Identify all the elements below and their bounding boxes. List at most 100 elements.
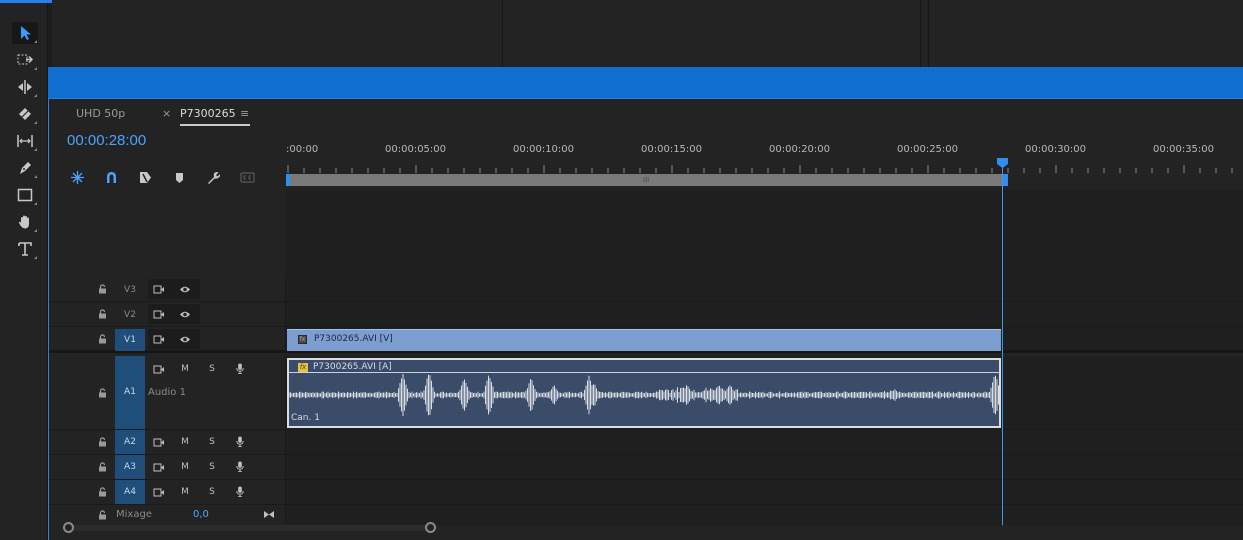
track-label-audio-1[interactable]: Audio 1 <box>148 387 186 398</box>
tools-panel <box>0 0 52 540</box>
ruler-label: 00:00:05:00 <box>385 144 447 155</box>
playhead-line <box>1002 165 1003 525</box>
sync-lock-icon[interactable] <box>152 308 166 320</box>
ruler-ticks <box>287 165 1233 173</box>
ruler-label: 00:00:15:00 <box>641 144 703 155</box>
razor-icon <box>19 108 31 120</box>
playhead-timecode[interactable]: 00:00:28:00 <box>67 132 146 149</box>
bowtie-icon[interactable] <box>262 508 276 520</box>
nest-sequence-button[interactable] <box>68 169 86 185</box>
lock-icon[interactable] <box>98 487 108 497</box>
lock-icon[interactable] <box>98 334 108 344</box>
track-target-v3[interactable]: V3 <box>115 283 145 297</box>
audio-waveform <box>289 373 999 417</box>
track-lane[interactable] <box>286 430 1243 454</box>
audio-clip[interactable]: fx P7300265.AVI [A] Can. 1 <box>287 358 1001 428</box>
track-target-v1[interactable]: V1 <box>115 329 145 351</box>
solo-button[interactable]: S <box>205 363 219 375</box>
lock-icon[interactable] <box>98 462 108 472</box>
track-a4: A4 M S <box>49 480 1243 505</box>
mix-volume-value[interactable]: 0,0 <box>193 509 209 520</box>
tab-p7300265[interactable]: P7300265 <box>180 107 236 120</box>
snap-button[interactable] <box>102 169 120 185</box>
audio-clip-label: P7300265.AVI [A] <box>313 362 392 372</box>
track-header: A1 M S Audio 1 <box>49 356 286 429</box>
track-target-a2[interactable]: A2 <box>115 430 145 454</box>
sync-lock-icon[interactable] <box>152 283 166 295</box>
eye-icon[interactable] <box>178 333 192 345</box>
panel-title-band <box>48 67 1243 98</box>
horizontal-zoom-scrollbar[interactable] <box>63 522 436 533</box>
microphone-icon[interactable] <box>233 485 247 497</box>
empty-video-area <box>286 189 1243 277</box>
zoom-end-handle[interactable] <box>425 522 436 533</box>
panel-focus-line <box>0 0 52 3</box>
microphone-icon[interactable] <box>233 460 247 472</box>
fx-badge: fx <box>298 363 308 372</box>
solo-button[interactable]: S <box>205 461 219 473</box>
ruler-label: 00:00:20:00 <box>769 144 831 155</box>
lock-icon[interactable] <box>98 284 108 294</box>
work-area-bar[interactable]: III <box>286 174 1008 186</box>
linked-selection-button[interactable] <box>136 169 154 185</box>
pen-tool[interactable] <box>12 157 38 179</box>
track-target-a1[interactable]: A1 <box>115 356 145 429</box>
add-marker-button[interactable] <box>170 169 188 185</box>
tab-uhd-50p[interactable]: UHD 50p <box>76 107 125 120</box>
track-select-tool[interactable] <box>12 49 38 71</box>
eye-icon[interactable] <box>178 308 192 320</box>
work-area-start-handle[interactable] <box>286 174 290 186</box>
type-tool[interactable] <box>12 238 38 260</box>
time-ruler[interactable]: :00:00 00:00:05:00 00:00:10:00 00:00:15:… <box>286 129 1243 189</box>
slip-tool[interactable] <box>12 130 38 152</box>
tab-close-icon[interactable]: × <box>162 107 171 120</box>
lock-icon[interactable] <box>98 309 108 319</box>
track-target-v2[interactable]: V2 <box>115 308 145 322</box>
sync-lock-icon[interactable] <box>152 363 166 375</box>
mute-button[interactable]: M <box>178 461 192 473</box>
slip-icon <box>17 135 33 147</box>
selection-tool[interactable] <box>12 22 38 44</box>
ripple-edit-tool[interactable] <box>12 76 38 98</box>
work-area-end-handle[interactable] <box>1003 174 1008 186</box>
ruler-label: 00:00:35:00 <box>1153 144 1215 155</box>
lock-icon[interactable] <box>98 437 108 447</box>
sync-lock-icon[interactable] <box>152 486 166 498</box>
lock-icon[interactable] <box>98 510 108 520</box>
rectangle-icon <box>17 188 33 202</box>
solo-button[interactable]: S <box>205 486 219 498</box>
solo-button[interactable]: S <box>205 436 219 448</box>
track-target-a3[interactable]: A3 <box>115 455 145 479</box>
track-lane[interactable] <box>286 455 1243 479</box>
track-header: V3 <box>49 277 286 301</box>
sync-lock-icon[interactable] <box>152 436 166 448</box>
mute-button[interactable]: M <box>178 363 192 375</box>
channel-label: Can. 1 <box>291 413 320 423</box>
ruler-label: 00:00:30:00 <box>1025 144 1087 155</box>
video-clip[interactable]: fx P7300265.AVI [V] <box>287 329 1001 351</box>
lock-icon[interactable] <box>98 388 108 398</box>
track-lane[interactable] <box>286 302 1243 326</box>
track-lane[interactable] <box>286 480 1243 504</box>
mute-button[interactable]: M <box>178 436 192 448</box>
microphone-icon[interactable] <box>233 435 247 447</box>
track-v2: V2 <box>49 302 1243 327</box>
track-target-a4[interactable]: A4 <box>115 480 145 504</box>
rectangle-tool[interactable] <box>12 184 38 206</box>
sync-lock-icon[interactable] <box>152 333 166 345</box>
eye-icon[interactable] <box>178 283 192 295</box>
arrow-icon <box>21 26 31 40</box>
panel-menu-icon[interactable]: ≡ <box>240 107 249 120</box>
sync-lock-icon[interactable] <box>152 461 166 473</box>
track-mix: Mixage 0,0 <box>49 505 1243 525</box>
wrench-icon <box>207 171 220 184</box>
hand-tool[interactable] <box>12 211 38 233</box>
timeline-settings-button[interactable] <box>204 169 222 185</box>
track-lane[interactable] <box>286 277 1243 301</box>
mute-button[interactable]: M <box>178 486 192 498</box>
razor-tool[interactable] <box>12 103 38 125</box>
zoom-start-handle[interactable] <box>63 522 74 533</box>
captions-button[interactable] <box>238 169 256 185</box>
microphone-icon[interactable] <box>233 362 247 374</box>
magnet-icon <box>106 171 116 183</box>
